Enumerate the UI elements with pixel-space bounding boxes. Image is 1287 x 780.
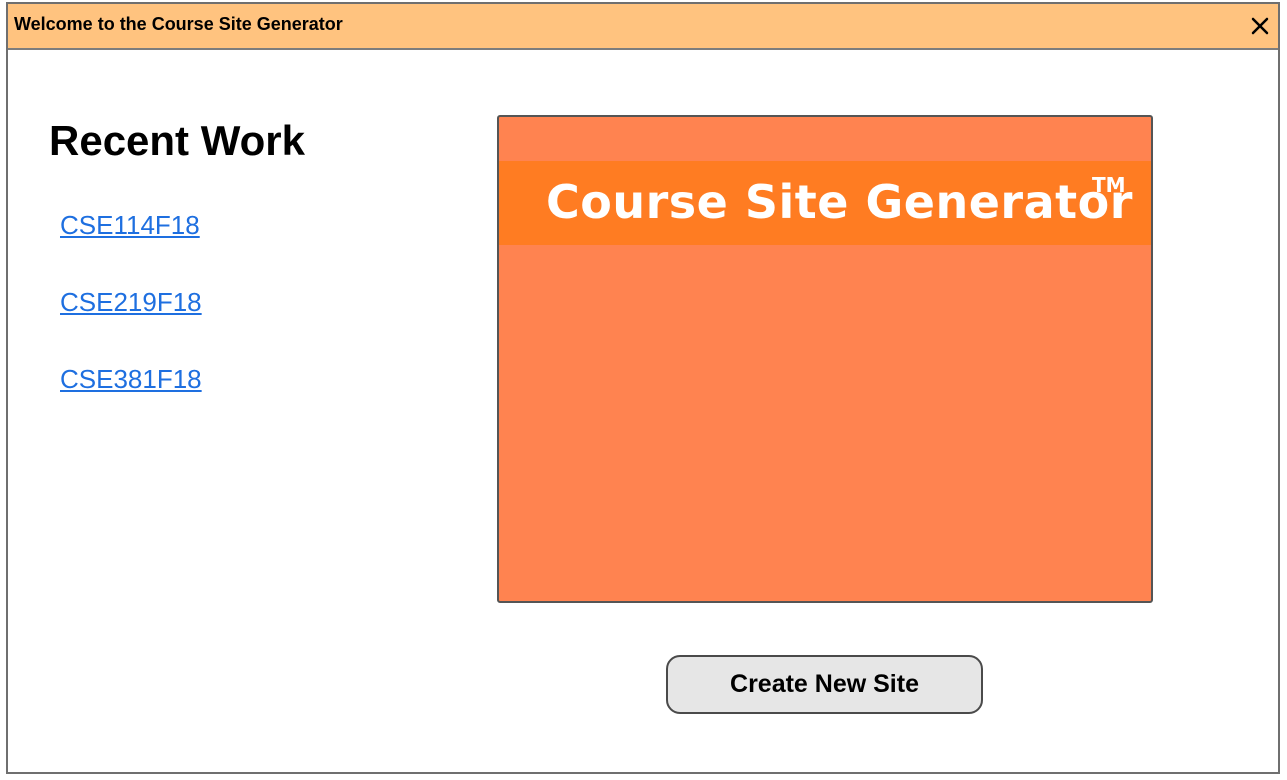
trademark-symbol: TM: [1092, 173, 1126, 197]
close-icon[interactable]: [1246, 12, 1274, 40]
logo-banner: Course Site Generator TM: [497, 115, 1153, 603]
logo-text: Course Site Generator: [546, 175, 1133, 229]
welcome-dialog: Welcome to the Course Site Generator Rec…: [6, 2, 1280, 774]
logo-band: Course Site Generator TM: [499, 161, 1151, 245]
recent-item-cse381f18[interactable]: CSE381F18: [60, 364, 202, 395]
window-title: Welcome to the Course Site Generator: [14, 14, 343, 34]
title-bar: Welcome to the Course Site Generator: [8, 4, 1278, 50]
recent-item-cse114f18[interactable]: CSE114F18: [60, 210, 200, 241]
create-new-site-button[interactable]: Create New Site: [666, 655, 983, 714]
recent-item-cse219f18[interactable]: CSE219F18: [60, 287, 202, 318]
recent-work-heading: Recent Work: [49, 117, 305, 164]
